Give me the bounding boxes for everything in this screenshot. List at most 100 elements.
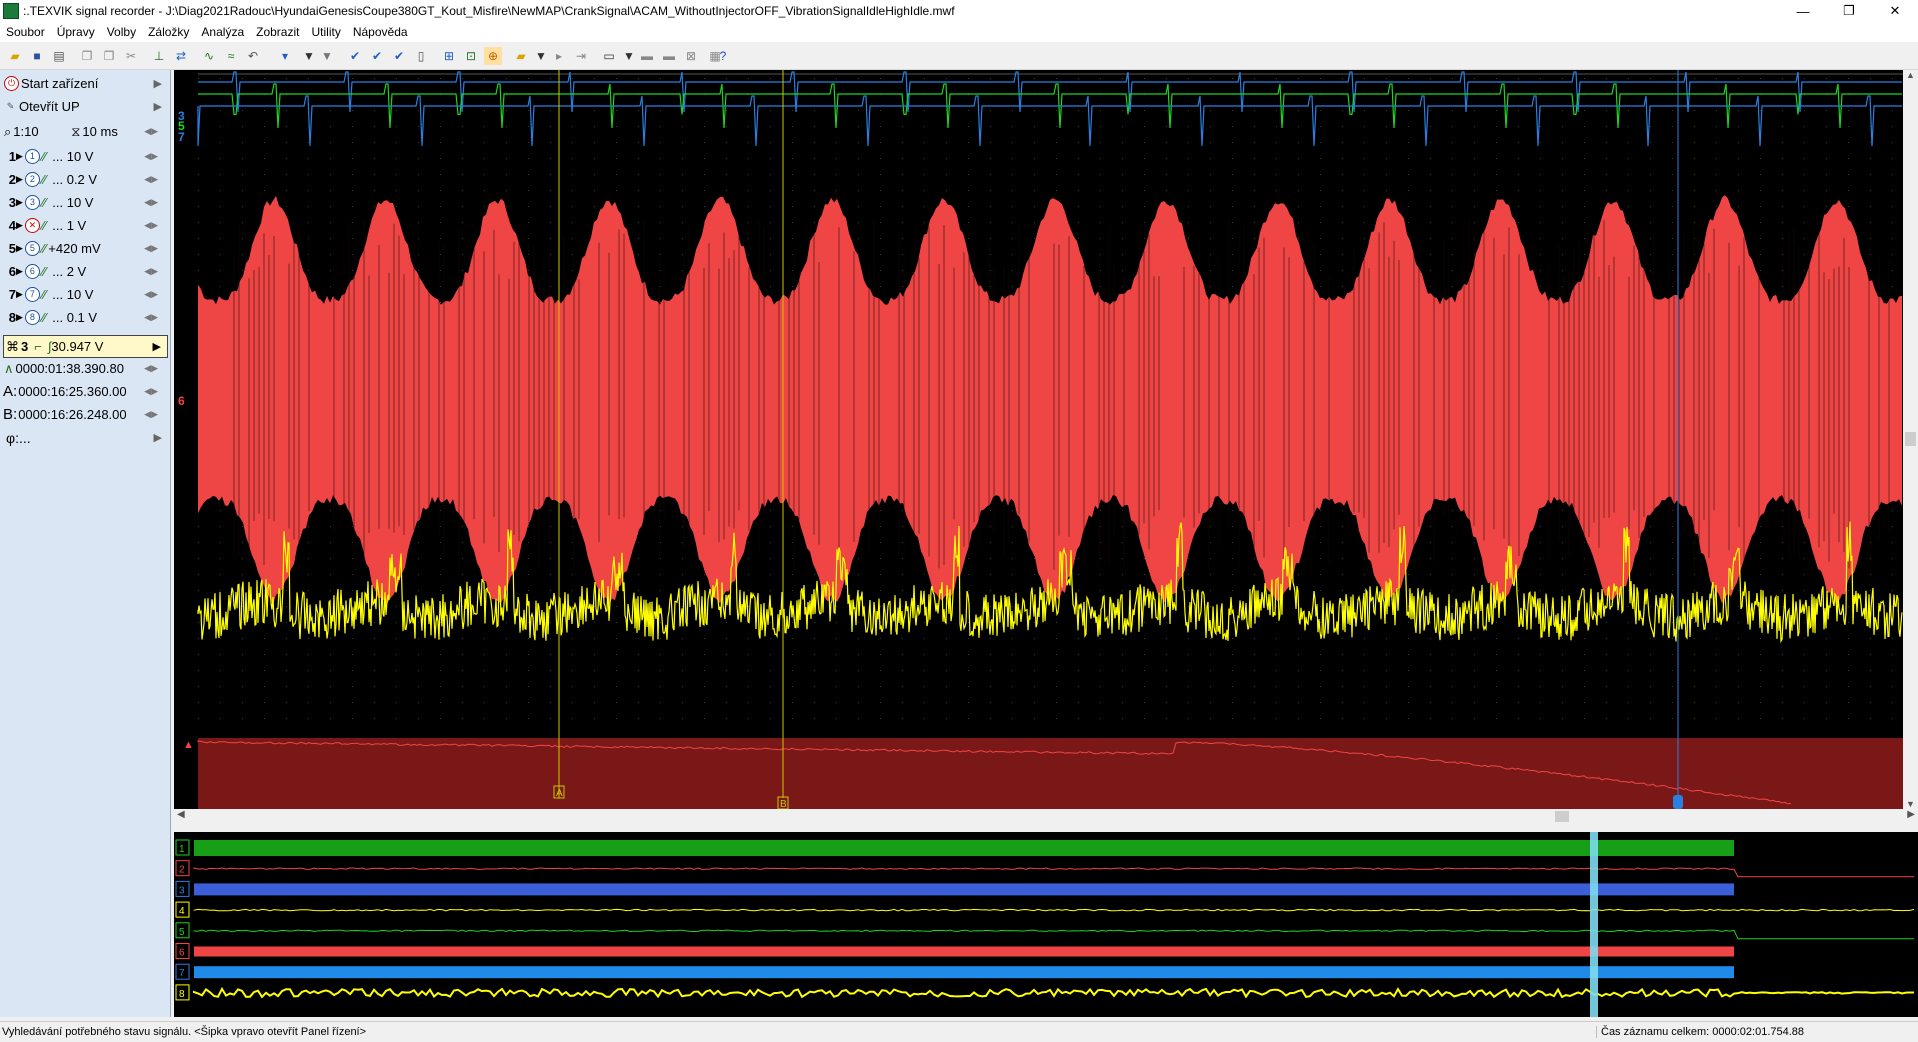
horizontal-scrollbar[interactable]: ◀ ▶: [174, 809, 1918, 824]
vscroll-thumb[interactable]: [1905, 432, 1916, 446]
app-icon: [3, 3, 19, 19]
measure-icon[interactable]: ▾: [276, 47, 294, 65]
open-folder-icon[interactable]: ▰: [6, 47, 24, 65]
phase-row[interactable]: φ:... ▶: [2, 427, 168, 448]
cursor-b-row[interactable]: B: 0000:16:26.248.00 ◀▶: [2, 404, 168, 425]
menu-analyza[interactable]: Analýza: [195, 25, 250, 39]
trigger-marker[interactable]: [1673, 795, 1683, 809]
channel-range: ... 0.2 V: [52, 172, 98, 187]
help-icon[interactable]: ?: [714, 47, 732, 65]
display-icon[interactable]: ▭: [600, 47, 618, 65]
spin-arrows-icon[interactable]: ◀▶: [144, 174, 158, 185]
channel-row-6[interactable]: 6 ▶ 6 ∕∕ ... 2 V ◀▶: [2, 261, 168, 282]
cursor-tool-icon[interactable]: ⇄: [172, 47, 190, 65]
dropdown-icon[interactable]: ▼: [300, 47, 318, 65]
window-icon[interactable]: ▬: [638, 47, 656, 65]
coupling-icon: ∕∕: [41, 172, 47, 187]
cut-icon[interactable]: ✂: [122, 47, 140, 65]
cursor-a-prefix: A:: [3, 383, 18, 400]
channel-row-4[interactable]: 4 ▶ ✕ ∕∕ ... 1 V ◀▶: [2, 215, 168, 236]
spin-arrows-icon[interactable]: ◀▶: [144, 197, 158, 208]
window2-icon[interactable]: ▬: [660, 47, 678, 65]
print-icon[interactable]: ▤: [50, 47, 68, 65]
step-icon[interactable]: ⇥: [572, 47, 590, 65]
channel-number: 6: [8, 264, 16, 279]
axis-icon[interactable]: ⊥: [150, 47, 168, 65]
menu-napoveda[interactable]: Nápověda: [347, 25, 414, 39]
overview-view-window[interactable]: [1590, 832, 1598, 1017]
scroll-left-icon[interactable]: ◀: [177, 809, 185, 820]
channel-range: +420 mV: [48, 241, 101, 256]
check-next-icon[interactable]: ✔: [390, 47, 408, 65]
overview-channel-label: 2: [179, 865, 185, 876]
trigger-icon: ⌘: [6, 338, 19, 354]
trigger-time-row[interactable]: ∧ 0000:01:38.390.80 ◀▶: [2, 358, 168, 379]
channel-circle-icon: 3: [24, 195, 40, 210]
total-record-time: Čas záznamu celkem: 0000:02:01.754.88: [1596, 1026, 1804, 1038]
spin-arrows-icon[interactable]: ◀▶: [144, 126, 158, 137]
oscilloscope-plot[interactable]: A B 3 5 7 6 ▲: [174, 70, 1903, 810]
save-icon[interactable]: ■: [28, 47, 46, 65]
undo-icon[interactable]: ↶: [244, 47, 262, 65]
menu-zobrazit[interactable]: Zobrazit: [250, 25, 305, 39]
vertical-scrollbar[interactable]: ▲ ▼: [1903, 70, 1918, 809]
spin-arrows-icon[interactable]: ◀▶: [144, 363, 158, 374]
phase-label: φ:...: [6, 429, 31, 446]
menu-zalozky[interactable]: Záložky: [142, 25, 195, 39]
minimize-button[interactable]: —: [1780, 0, 1826, 22]
paste-icon[interactable]: ❐: [100, 47, 118, 65]
check-all-icon[interactable]: ✔: [368, 47, 386, 65]
filter-icon[interactable]: ▼: [318, 47, 336, 65]
timebase-row[interactable]: ⌕ 1:10 ⧖ 10 ms ◀▶: [2, 121, 168, 142]
menu-soubor[interactable]: Soubor: [0, 25, 51, 39]
signal-icon[interactable]: ∿: [200, 47, 218, 65]
time-per-div-icon: ⧖: [71, 123, 81, 139]
trigger-row[interactable]: ⌘ 3 ⌐ ∫ 30.947 V ▶: [3, 335, 168, 358]
overview-channel-8-trace: [193, 986, 1914, 999]
overview-channel-5-trace: [193, 929, 1914, 940]
folder-dropdown-icon[interactable]: ▼: [532, 47, 550, 65]
channel-row-5[interactable]: 5 ▶ 5 ∕∕ +420 mV ◀▶: [2, 238, 168, 259]
maximize-button[interactable]: ❐: [1826, 0, 1872, 22]
spin-arrows-icon[interactable]: ◀▶: [144, 151, 158, 162]
menu-bar: Soubor Úpravy Volby Záložky Analýza Zobr…: [0, 22, 1918, 42]
channel-number: 2: [8, 172, 16, 187]
channel-row-7[interactable]: 7 ▶ 7 ∕∕ ... 10 V ◀▶: [2, 284, 168, 305]
menu-upravy[interactable]: Úpravy: [51, 25, 101, 39]
menu-utility[interactable]: Utility: [305, 25, 346, 39]
open-up-button[interactable]: ✎ Otevřít UP ▶: [2, 96, 168, 117]
zoom-fit-icon[interactable]: ⊞: [440, 47, 458, 65]
check-icon[interactable]: ✔: [346, 47, 364, 65]
scroll-down-icon[interactable]: ▼: [1906, 799, 1915, 809]
spin-arrows-icon[interactable]: ◀▶: [144, 409, 158, 420]
overview-panel[interactable]: 1 2 3 4 5 6 7 8: [174, 832, 1918, 1017]
page-icon[interactable]: ▯: [412, 47, 430, 65]
zoom-area-icon[interactable]: ⊡: [462, 47, 480, 65]
display-dropdown-icon[interactable]: ▼: [620, 47, 638, 65]
copy-icon[interactable]: ❐: [78, 47, 96, 65]
spin-arrows-icon[interactable]: ◀▶: [144, 289, 158, 300]
spin-arrows-icon[interactable]: ◀▶: [144, 243, 158, 254]
play-icon[interactable]: ▸: [550, 47, 568, 65]
spin-arrows-icon[interactable]: ◀▶: [144, 220, 158, 231]
overview-canvas: 1 2 3 4 5 6 7 8: [175, 832, 1915, 1017]
wave-icon[interactable]: ≈: [222, 47, 240, 65]
menu-volby[interactable]: Volby: [101, 25, 142, 39]
spin-arrows-icon[interactable]: ◀▶: [144, 386, 158, 397]
hscroll-thumb[interactable]: [1555, 811, 1569, 822]
close-button[interactable]: ✕: [1872, 0, 1918, 22]
close-window-icon[interactable]: ⊠: [682, 47, 700, 65]
spin-arrows-icon[interactable]: ◀▶: [144, 266, 158, 277]
channel-row-8[interactable]: 8 ▶ 8 ∕∕ ... 0.1 V ◀▶: [2, 307, 168, 328]
spin-arrows-icon[interactable]: ◀▶: [144, 312, 158, 323]
oscilloscope-icon[interactable]: ⊕: [484, 47, 502, 65]
channel-row-2[interactable]: 2 ▶ 2 ∕∕ ... 0.2 V ◀▶: [2, 169, 168, 190]
folder-menu-icon[interactable]: ▰: [512, 47, 530, 65]
cursor-a-row[interactable]: A: 0000:16:25.360.00 ◀▶: [2, 381, 168, 402]
start-device-button[interactable]: ⏻ Start zařízení ▶: [2, 73, 168, 94]
scroll-up-icon[interactable]: ▲: [1906, 70, 1915, 80]
channel-row-1[interactable]: 1 ▶ 1 ∕∕ ... 10 V ◀▶: [2, 146, 168, 167]
channel-row-3[interactable]: 3 ▶ 3 ∕∕ ... 10 V ◀▶: [2, 192, 168, 213]
scroll-right-icon[interactable]: ▶: [1907, 809, 1915, 820]
channel-range: ... 1 V: [52, 218, 87, 233]
